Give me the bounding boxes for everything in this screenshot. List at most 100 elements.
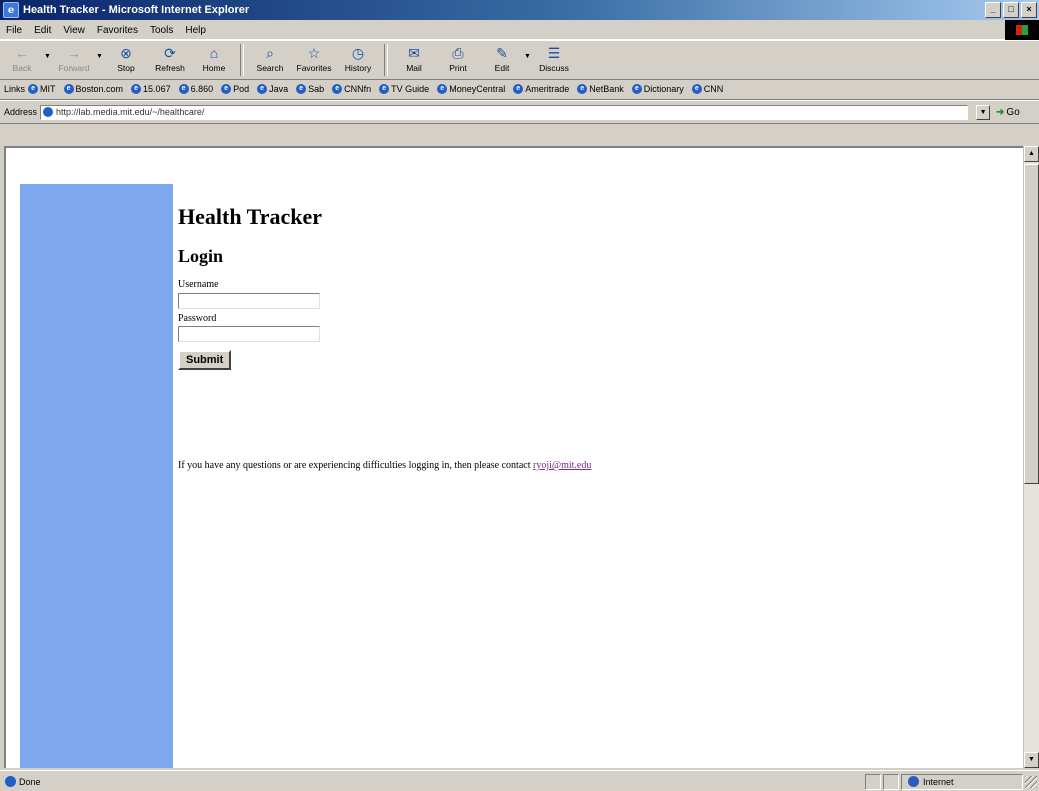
toolbar-separator [384, 44, 388, 76]
minimize-button[interactable]: _ [985, 2, 1001, 18]
link-tvguide[interactable]: e TV Guide [379, 84, 429, 94]
forward-arrow-icon: → [67, 45, 81, 61]
history-button[interactable]: ◷ History [336, 41, 380, 79]
ie-page-icon: e [332, 84, 343, 94]
mail-icon: ✉ [408, 45, 420, 61]
ie-page-icon: e [221, 84, 232, 94]
home-button[interactable]: ⌂ Home [192, 41, 236, 79]
link-15067[interactable]: e 15.067 [131, 84, 171, 94]
edit-icon: ✎ [496, 45, 508, 61]
menu-tools[interactable]: Tools [144, 25, 179, 36]
ie-page-icon: e [28, 84, 39, 94]
link-sab[interactable]: e Sab [296, 84, 324, 94]
favorites-label: Favorites [296, 63, 332, 73]
link-label: Dictionary [643, 84, 684, 94]
close-button[interactable]: × [1021, 2, 1037, 18]
go-button[interactable]: ➜ Go [996, 107, 1020, 118]
mail-label: Mail [406, 63, 422, 73]
contact-email-link[interactable]: ryoji@mit.edu [533, 460, 591, 471]
windows-logo-icon [1005, 20, 1039, 40]
refresh-button[interactable]: ⟳ Refresh [148, 41, 192, 79]
link-label: NetBank [589, 84, 624, 94]
link-pod[interactable]: e Pod [221, 84, 249, 94]
password-label: Password [178, 312, 217, 324]
ie-page-icon: e [257, 84, 268, 94]
link-label: MIT [40, 84, 56, 94]
menu-view[interactable]: View [57, 25, 91, 36]
submit-button[interactable]: Submit [178, 350, 232, 370]
link-boston[interactable]: e Boston.com [63, 84, 123, 94]
go-label: Go [1006, 106, 1020, 118]
link-netbank[interactable]: e NetBank [577, 84, 624, 94]
scroll-down-arrow-icon[interactable]: ▼ [1024, 752, 1039, 768]
link-label: TV Guide [391, 84, 430, 94]
link-label: Sab [308, 84, 325, 94]
forward-button[interactable]: → Forward [52, 41, 96, 79]
link-label: CNNfn [344, 84, 372, 94]
toolbar-separator [240, 44, 244, 76]
menu-bar: File Edit View Favorites Tools Help [0, 20, 1039, 40]
resize-grip-icon[interactable] [1025, 775, 1037, 788]
link-mit[interactable]: e MIT [28, 84, 56, 94]
link-moneycentral[interactable]: e MoneyCentral [437, 84, 505, 94]
scroll-up-arrow-icon[interactable]: ▲ [1024, 146, 1039, 162]
link-label: 15.067 [143, 84, 171, 94]
link-ameritrade[interactable]: e Ameritrade [513, 84, 569, 94]
forward-dropdown-icon[interactable]: ▼ [96, 53, 104, 60]
menu-edit[interactable]: Edit [28, 25, 57, 36]
browser-window: e Health Tracker - Microsoft Internet Ex… [0, 0, 1039, 791]
ie-page-icon: e [513, 84, 524, 94]
edit-dropdown-icon[interactable]: ▼ [524, 53, 532, 60]
internet-globe-icon [908, 776, 919, 787]
links-label: Links [4, 84, 26, 94]
window-controls: _ □ × [983, 2, 1037, 18]
scroll-thumb[interactable] [1024, 164, 1039, 484]
username-input[interactable] [178, 292, 320, 309]
back-dropdown-icon[interactable]: ▼ [44, 53, 52, 60]
back-label: Back [12, 63, 32, 73]
password-input[interactable] [178, 326, 320, 342]
link-dictionary[interactable]: e Dictionary [631, 84, 684, 94]
address-dropdown-icon[interactable]: ▼ [976, 104, 991, 120]
menu-file[interactable]: File [0, 25, 28, 36]
back-button[interactable]: ← Back [0, 41, 44, 79]
discuss-icon: ☰ [547, 45, 561, 61]
contact-message: If you have any questions or are experie… [178, 460, 591, 471]
stop-button[interactable]: ⊗ Stop [104, 41, 148, 79]
link-label: CNN [703, 84, 724, 94]
ie-page-icon: e [437, 84, 448, 94]
ie-page-icon: e [178, 84, 189, 94]
print-button[interactable]: ⎙ Print [436, 41, 480, 79]
edit-label: Edit [494, 63, 510, 73]
favorites-icon: ☆ [307, 45, 321, 61]
address-bar: Address http://lab.media.mit.edu/~/healt… [0, 100, 1039, 124]
link-label: MoneyCentral [449, 84, 506, 94]
search-button[interactable]: ⌕ Search [248, 41, 292, 79]
search-label: Search [256, 63, 284, 73]
ie-page-icon: e [131, 84, 142, 94]
address-input[interactable]: http://lab.media.mit.edu/~/healthcare/ [40, 104, 969, 120]
menu-favorites[interactable]: Favorites [91, 25, 144, 36]
refresh-icon: ⟳ [164, 45, 176, 61]
status-pane [883, 773, 899, 790]
address-label: Address [4, 107, 38, 117]
link-cnnfn[interactable]: e CNNfn [332, 84, 371, 94]
status-bar: Done Internet [0, 770, 1039, 791]
page-content: Health Tracker Login Username Password S… [178, 204, 998, 471]
ie-page-icon: e [691, 84, 702, 94]
link-cnn[interactable]: e CNN [691, 84, 724, 94]
go-arrow-icon: ➜ [996, 106, 1005, 118]
edit-button[interactable]: ✎ Edit [480, 41, 524, 79]
status-pane [865, 773, 881, 790]
discuss-button[interactable]: ☰ Discuss [532, 41, 576, 79]
mail-button[interactable]: ✉ Mail [392, 41, 436, 79]
title-bar: e Health Tracker - Microsoft Internet Ex… [0, 0, 1039, 20]
link-6860[interactable]: e 6.860 [178, 84, 213, 94]
favorites-button[interactable]: ☆ Favorites [292, 41, 336, 79]
menu-help[interactable]: Help [179, 25, 212, 36]
maximize-button[interactable]: □ [1003, 2, 1019, 18]
ie-page-icon [5, 776, 16, 787]
vertical-scrollbar[interactable]: ▲ ▼ [1023, 146, 1039, 768]
page-viewport: Health Tracker Login Username Password S… [4, 146, 1023, 768]
link-java[interactable]: e Java [257, 84, 288, 94]
